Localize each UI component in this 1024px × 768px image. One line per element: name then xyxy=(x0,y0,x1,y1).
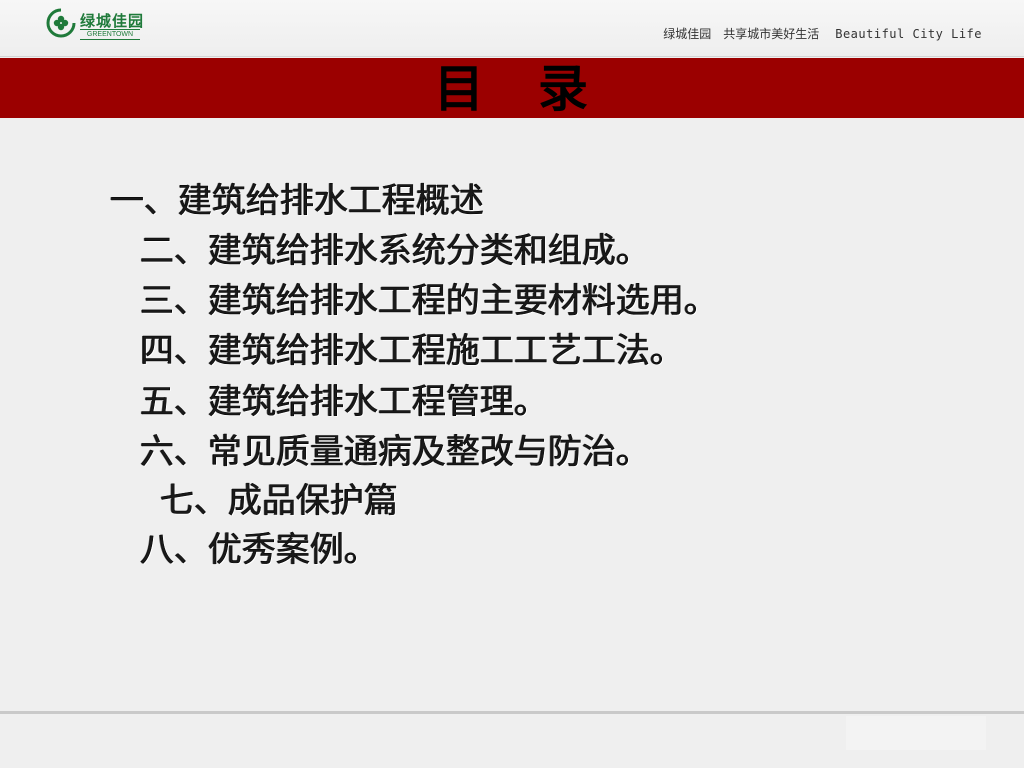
toc-item: 一、建筑给排水工程概述 xyxy=(110,181,485,222)
toc-item: 八、优秀案例。 xyxy=(140,530,379,571)
toc-item: 五、建筑给排水工程管理。 xyxy=(140,382,549,423)
toc-item: 四、建筑给排水工程施工工艺工法。 xyxy=(140,331,685,372)
toc-item: 六、常见质量通病及整改与防治。 xyxy=(140,432,651,473)
toc-item: 七、成品保护篇 xyxy=(160,481,399,522)
toc-item: 二、建筑给排水系统分类和组成。 xyxy=(140,231,651,272)
footer-divider xyxy=(0,711,1024,714)
table-of-contents: 一、建筑给排水工程概述 二、建筑给排水系统分类和组成。 三、建筑给排水工程的主要… xyxy=(0,0,1024,768)
toc-item: 三、建筑给排水工程的主要材料选用。 xyxy=(140,281,719,322)
slide: 绿城佳园 GREENTOWN 绿城佳园 共享城市美好生活 Beautiful Ci… xyxy=(0,0,1024,768)
footer-box xyxy=(846,716,986,750)
